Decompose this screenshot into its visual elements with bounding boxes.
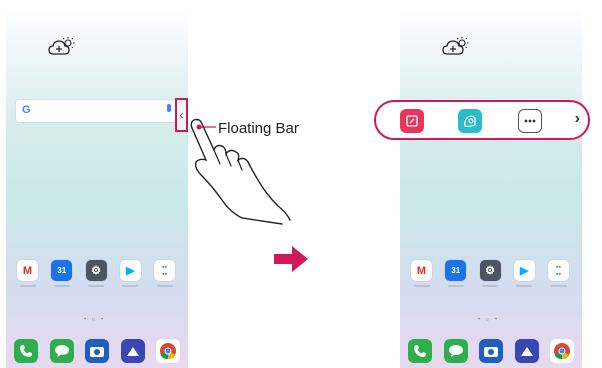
app-play-store[interactable]: ▶	[513, 260, 536, 287]
dock	[14, 339, 180, 363]
smart-doctor-icon	[464, 115, 476, 127]
gallery-icon[interactable]	[120, 339, 145, 363]
google-logo: G	[22, 104, 31, 116]
gmail-icon: M	[411, 260, 432, 281]
note-button[interactable]	[400, 109, 424, 133]
app-google[interactable]: ▪▪ ▪▪	[153, 260, 176, 287]
app-label-gmail	[19, 285, 36, 287]
weather-icon[interactable]	[48, 36, 76, 58]
settings-icon: ⚙	[85, 260, 107, 281]
chevron-left-icon: ‹	[179, 108, 184, 122]
camera-icon[interactable]	[85, 339, 109, 363]
gallery-icon[interactable]	[514, 339, 539, 363]
chrome-icon[interactable]	[156, 339, 180, 363]
app-label-calendar	[53, 285, 70, 287]
app-label-play-store	[122, 285, 139, 287]
home-screen-after: M 31 ⚙ ▶ ▪▪ ▪▪ • ○ •	[400, 8, 582, 368]
home-app-row: M 31 ⚙ ▶ ▪▪ ▪▪	[16, 260, 176, 287]
messages-icon[interactable]	[443, 339, 468, 363]
smart-doctor-button[interactable]	[458, 109, 482, 133]
app-settings[interactable]: ⚙	[85, 260, 108, 287]
google-search-bar[interactable]: G	[16, 100, 181, 122]
home-screen-before: G ‹ M 31 ⚙ ▶ ▪▪ ▪▪ • ○ •	[6, 8, 188, 368]
play-store-icon: ▶	[513, 260, 535, 281]
gmail-icon: M	[17, 260, 38, 281]
phone-icon[interactable]	[408, 339, 432, 363]
app-play-store[interactable]: ▶	[119, 260, 142, 287]
more-icon	[524, 119, 536, 123]
page-indicator: • ○ •	[84, 317, 106, 323]
floating-bar-expanded: ›	[374, 100, 590, 140]
app-label-google	[156, 285, 173, 287]
dock	[408, 339, 574, 363]
weather-icon[interactable]	[442, 36, 470, 58]
calendar-icon: 31	[445, 260, 467, 281]
app-label-google	[550, 285, 567, 287]
app-gmail[interactable]: M	[16, 260, 39, 287]
settings-icon: ⚙	[479, 260, 501, 281]
app-label-calendar	[447, 285, 464, 287]
app-label-gmail	[413, 285, 430, 287]
camera-icon[interactable]	[479, 339, 503, 363]
app-gmail[interactable]: M	[410, 260, 433, 287]
messages-icon[interactable]	[49, 339, 74, 363]
app-label-settings	[88, 285, 104, 287]
home-app-row: M 31 ⚙ ▶ ▪▪ ▪▪	[410, 260, 570, 287]
note-icon	[406, 115, 418, 127]
google-folder-icon: ▪▪ ▪▪	[548, 260, 569, 281]
app-google[interactable]: ▪▪ ▪▪	[547, 260, 570, 287]
arrow-right-icon	[274, 246, 308, 272]
app-calendar[interactable]: 31	[50, 260, 73, 287]
calendar-icon: 31	[51, 260, 73, 281]
more-button[interactable]	[518, 109, 542, 133]
phone-icon[interactable]	[14, 339, 38, 363]
chevron-right-icon[interactable]: ›	[575, 110, 580, 128]
chrome-icon[interactable]	[550, 339, 574, 363]
hand-gesture-icon	[190, 118, 291, 225]
google-folder-icon: ▪▪ ▪▪	[154, 260, 175, 281]
mic-icon[interactable]	[167, 104, 171, 112]
play-store-icon: ▶	[119, 260, 141, 281]
app-label-settings	[482, 285, 498, 287]
app-settings[interactable]: ⚙	[479, 260, 502, 287]
app-calendar[interactable]: 31	[444, 260, 467, 287]
page-indicator: • ○ •	[478, 317, 500, 323]
app-label-play-store	[516, 285, 533, 287]
